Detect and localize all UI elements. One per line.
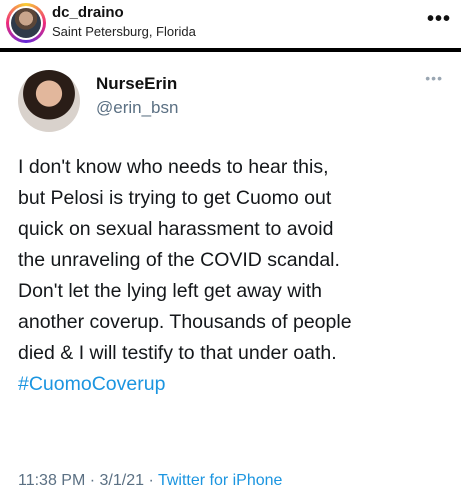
tweet-source-link[interactable]: Twitter for iPhone (158, 472, 283, 489)
tweet-more-icon[interactable]: ••• (425, 70, 443, 86)
meta-separator: · (85, 472, 100, 489)
avatar-ring (9, 6, 43, 40)
tweet-metadata: 11:38 PM · 3/1/21 · Twitter for iPhone (18, 472, 282, 490)
tweet-author-avatar[interactable] (18, 70, 80, 132)
post-location[interactable]: Saint Petersburg, Florida (52, 24, 196, 39)
meta-separator-2: · (144, 472, 158, 489)
tweet-author-handle[interactable]: @erin_bsn (96, 98, 178, 118)
tweet-time: 11:38 PM (18, 472, 86, 489)
more-options-icon[interactable]: ••• (427, 8, 451, 31)
tweet-date: 3/1/21 (99, 472, 144, 489)
tweet-hashtag-link[interactable]: #CuomoCoverup (18, 369, 165, 400)
avatar-photo (11, 8, 41, 38)
poster-avatar[interactable] (6, 3, 46, 43)
tweet-card: NurseErin @erin_bsn ••• I don't know who… (0, 52, 461, 500)
poster-username[interactable]: dc_draino (52, 4, 124, 21)
tweet-text: I don't know who needs to hear this, but… (18, 156, 352, 364)
post-header: dc_draino Saint Petersburg, Florida ••• (0, 0, 461, 48)
tweet-author-name[interactable]: NurseErin (96, 74, 177, 94)
